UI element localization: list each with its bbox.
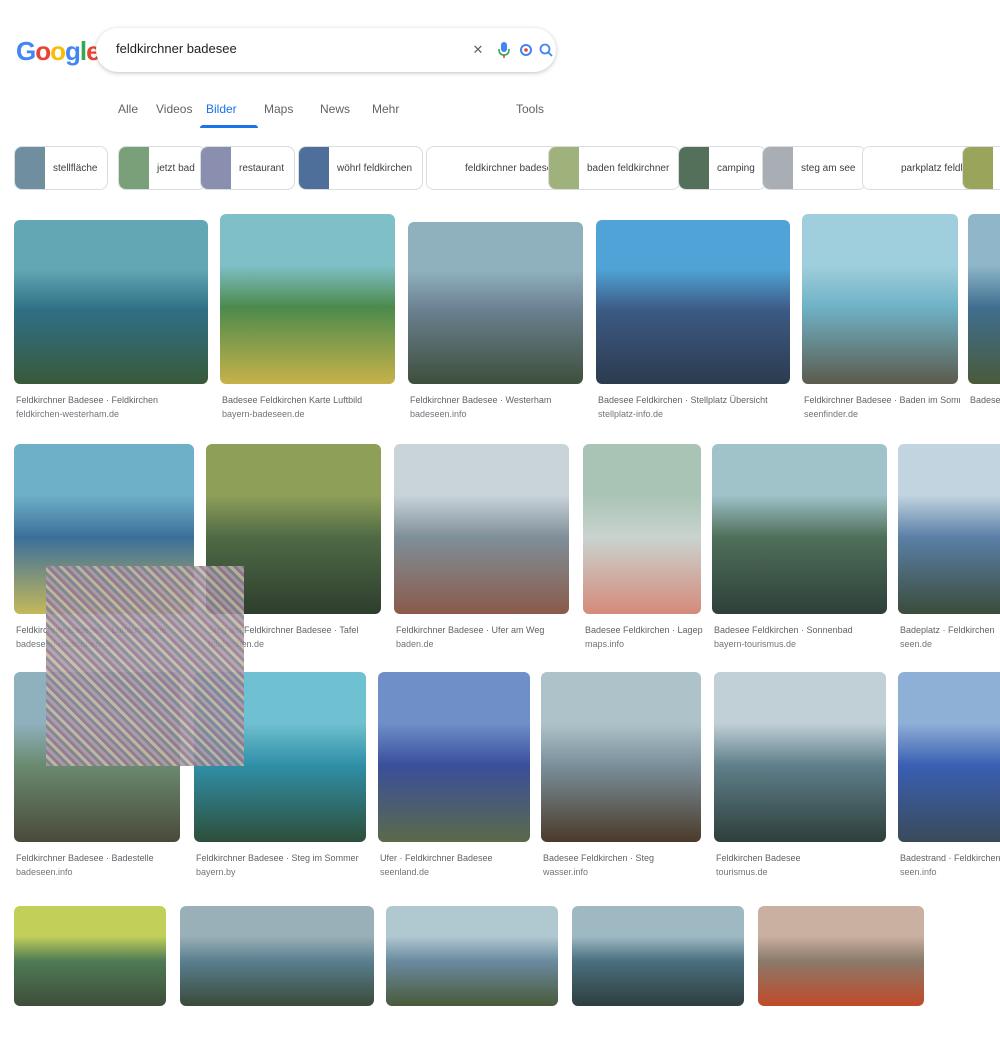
- result-thumbnail[interactable]: [180, 906, 374, 1006]
- result-title[interactable]: Feldkirchner Badesee · Feldkirchen: [16, 394, 210, 407]
- result-thumbnail[interactable]: [968, 214, 1000, 384]
- image-result[interactable]: Badesee Feldkirchen · Stellplatz Übersic…: [596, 220, 790, 426]
- result-thumbnail[interactable]: [712, 444, 887, 614]
- result-thumbnail[interactable]: [714, 672, 886, 842]
- result-title[interactable]: Feldkirchen Badesee: [716, 852, 888, 865]
- result-source: bayern-badeseen.de: [222, 409, 305, 419]
- image-result[interactable]: [758, 906, 924, 1048]
- result-title[interactable]: Badesee Feldkirchen · Steg: [543, 852, 703, 865]
- result-thumbnail[interactable]: [408, 222, 583, 384]
- result-thumbnail[interactable]: [386, 906, 558, 1006]
- image-result[interactable]: Badesee Feldkirchen · Steg wasser.info: [541, 672, 701, 884]
- result-source: seenland.de: [380, 867, 430, 877]
- result-thumbnail[interactable]: [596, 220, 790, 384]
- result-source: bayern.by: [196, 867, 236, 877]
- result-source: tourismus.de: [716, 867, 768, 877]
- image-result[interactable]: [180, 906, 374, 1048]
- result-title[interactable]: Feldkirchner Badesee · Steg im Sommer: [196, 852, 368, 865]
- image-result[interactable]: Feldkirchner Badesee · Baden im Sommer se…: [802, 214, 960, 426]
- image-result[interactable]: Feldkirchner Badesee · Ufer am Weg baden.…: [394, 444, 569, 656]
- result-source: seen.info: [900, 867, 937, 877]
- result-source: bayern-tourismus.de: [714, 639, 797, 649]
- image-result[interactable]: Badesee: [968, 214, 1000, 426]
- image-result[interactable]: [572, 906, 744, 1048]
- result-title[interactable]: Badesee Feldkirchen · Sonnenbad: [714, 624, 889, 637]
- image-result[interactable]: [386, 906, 558, 1048]
- image-result[interactable]: Badesee Feldkirchen · Sonnenbad bayern-to…: [712, 444, 887, 656]
- result-title[interactable]: Badeplatz · Feldkirchen: [900, 624, 1000, 637]
- result-title[interactable]: Badesee: [970, 394, 1000, 407]
- noise-overlay: [46, 566, 244, 766]
- image-result[interactable]: Feldkirchner Badesee · Feldkirchen feldki…: [14, 220, 208, 426]
- result-thumbnail[interactable]: [802, 214, 958, 384]
- result-source: maps.info: [585, 639, 625, 649]
- result-source: baden.de: [396, 639, 434, 649]
- result-title[interactable]: Feldkirchner Badesee · Baden im Sommer: [804, 394, 960, 407]
- result-thumbnail[interactable]: [898, 672, 1000, 842]
- result-source: wasser.info: [543, 867, 589, 877]
- result-title[interactable]: Ufer · Feldkirchner Badesee: [380, 852, 532, 865]
- result-thumbnail[interactable]: [220, 214, 395, 384]
- result-thumbnail[interactable]: [572, 906, 744, 1006]
- image-result[interactable]: [14, 906, 166, 1048]
- result-source: seen.de: [900, 639, 933, 649]
- result-source: badeseen.info: [16, 867, 73, 877]
- result-title[interactable]: Feldkirchner Badesee · Westerham: [410, 394, 585, 407]
- result-title[interactable]: Badesee Feldkirchen Karte Luftbild: [222, 394, 397, 407]
- result-thumbnail[interactable]: [394, 444, 569, 614]
- result-title[interactable]: Badestrand · Feldkirchen: [900, 852, 1000, 865]
- result-thumbnail[interactable]: [898, 444, 1000, 614]
- image-result[interactable]: Badeplatz · Feldkirchen seen.de: [898, 444, 1000, 656]
- result-title[interactable]: Badesee Feldkirchen · Lageplan: [585, 624, 703, 637]
- result-title[interactable]: Feldkirchner Badesee · Badestelle: [16, 852, 182, 865]
- result-source: feldkirchen-westerham.de: [16, 409, 120, 419]
- result-source: seenfinder.de: [804, 409, 859, 419]
- result-source: stellplatz-info.de: [598, 409, 664, 419]
- result-thumbnail[interactable]: [583, 444, 701, 614]
- result-thumbnail[interactable]: [541, 672, 701, 842]
- image-result[interactable]: Ufer · Feldkirchner Badesee seenland.de: [378, 672, 530, 884]
- image-result[interactable]: Badesee Feldkirchen · Lageplan maps.info: [583, 444, 703, 656]
- result-thumbnail[interactable]: [14, 906, 166, 1006]
- image-results-grid: Feldkirchner Badesee · Feldkirchen feldki…: [0, 0, 1000, 1006]
- result-thumbnail[interactable]: [14, 220, 208, 384]
- image-result[interactable]: Badesee Feldkirchen Karte Luftbild bayern…: [220, 214, 395, 426]
- result-thumbnail[interactable]: [758, 906, 924, 1006]
- image-result[interactable]: Badestrand · Feldkirchen seen.info: [898, 672, 1000, 884]
- result-thumbnail[interactable]: [378, 672, 530, 842]
- image-result[interactable]: Feldkirchner Badesee · Westerham badeseen…: [408, 222, 583, 426]
- result-title[interactable]: Feldkirchner Badesee · Ufer am Weg: [396, 624, 571, 637]
- result-title[interactable]: Badesee Feldkirchen · Stellplatz Übersic…: [598, 394, 792, 407]
- result-source: badeseen.info: [410, 409, 467, 419]
- image-result[interactable]: Feldkirchen Badesee tourismus.de: [714, 672, 886, 884]
